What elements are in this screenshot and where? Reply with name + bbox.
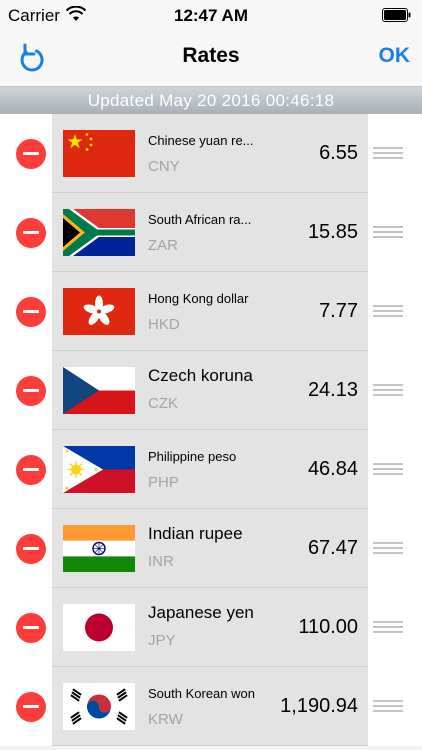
delete-button[interactable] [16, 534, 46, 564]
page-title: Rates [182, 44, 240, 67]
in-flag-icon [63, 525, 135, 572]
currency-code: HKD [148, 316, 180, 333]
cz-flag-icon [63, 367, 135, 414]
status-bar: Carrier 12:47 AM [0, 0, 422, 32]
rate-row: Chinese yuan re... CNY 6.55 [0, 114, 422, 193]
currency-name: Philippine peso [148, 449, 237, 464]
currency-code: JPY [148, 632, 176, 649]
delete-button[interactable] [16, 218, 46, 248]
currency-name: Indian rupee [148, 524, 243, 543]
delete-button[interactable] [16, 455, 46, 485]
za-flag-icon [63, 209, 135, 256]
nav-bar: Rates OK [0, 32, 422, 86]
currency-rate: 67.47 [307, 537, 358, 559]
reorder-icon[interactable] [373, 384, 403, 396]
currency-rate: 1,190.94 [280, 695, 358, 717]
currency-code: PHP [148, 474, 179, 491]
currency-name: Chinese yuan re... [148, 133, 254, 148]
ok-button[interactable]: OK [379, 44, 411, 68]
rate-row: Hong Kong dollar HKD 7.77 [0, 272, 422, 351]
rate-row: South Korean won KRW 1,190.94 [0, 667, 422, 746]
rate-row: South African ra... ZAR 15.85 [0, 193, 422, 272]
currency-name: Japanese yen [148, 603, 254, 622]
currency-rate: 15.85 [307, 221, 358, 243]
rate-row: Indian rupee INR 67.47 [0, 509, 422, 588]
currency-name: Hong Kong dollar [148, 291, 249, 306]
status-time: 12:47 AM [173, 6, 248, 25]
reorder-icon[interactable] [373, 226, 403, 238]
reorder-icon[interactable] [373, 305, 403, 317]
currency-code: KRW [148, 711, 183, 728]
reorder-icon[interactable] [373, 463, 403, 475]
refresh-icon [20, 43, 44, 72]
currency-rate: 46.84 [307, 458, 358, 480]
currency-name: South African ra... [148, 212, 252, 227]
delete-button[interactable] [16, 692, 46, 722]
battery-icon [382, 8, 411, 22]
refresh-button[interactable] [12, 40, 52, 78]
currency-rate: 110.00 [298, 616, 358, 638]
reorder-icon[interactable] [373, 542, 403, 554]
delete-button[interactable] [16, 297, 46, 327]
reorder-icon[interactable] [373, 621, 403, 633]
currency-rate: 24.13 [307, 379, 358, 401]
reorder-icon[interactable] [373, 147, 403, 159]
updated-banner: Updated May 20 2016 00:46:18 [0, 86, 422, 114]
rate-row: Japanese yen JPY 110.00 [0, 588, 422, 667]
hk-flag-icon [63, 288, 135, 335]
reorder-icon[interactable] [373, 700, 403, 712]
rate-row: Czech koruna CZK 24.13 [0, 351, 422, 430]
currency-code: INR [148, 553, 174, 570]
currency-rate: 7.77 [319, 300, 358, 322]
currency-name: Czech koruna [148, 366, 253, 385]
rates-list: Chinese yuan re... CNY 6.55 South Africa… [0, 114, 422, 750]
cn-flag-icon [63, 130, 135, 177]
kr-flag-icon [63, 683, 135, 730]
ph-flag-icon [63, 446, 135, 493]
rate-row: Philippine peso PHP 46.84 [0, 430, 422, 509]
delete-button[interactable] [16, 613, 46, 643]
currency-code: ZAR [148, 237, 178, 254]
currency-code: CNY [148, 158, 180, 175]
currency-code: CZK [148, 395, 178, 412]
delete-button[interactable] [16, 139, 46, 169]
currency-name: South Korean won [148, 686, 255, 701]
jp-flag-icon [63, 604, 135, 651]
delete-button[interactable] [16, 376, 46, 406]
updated-timestamp: Updated May 20 2016 00:46:18 [87, 91, 335, 110]
currency-rate: 6.55 [319, 142, 358, 164]
